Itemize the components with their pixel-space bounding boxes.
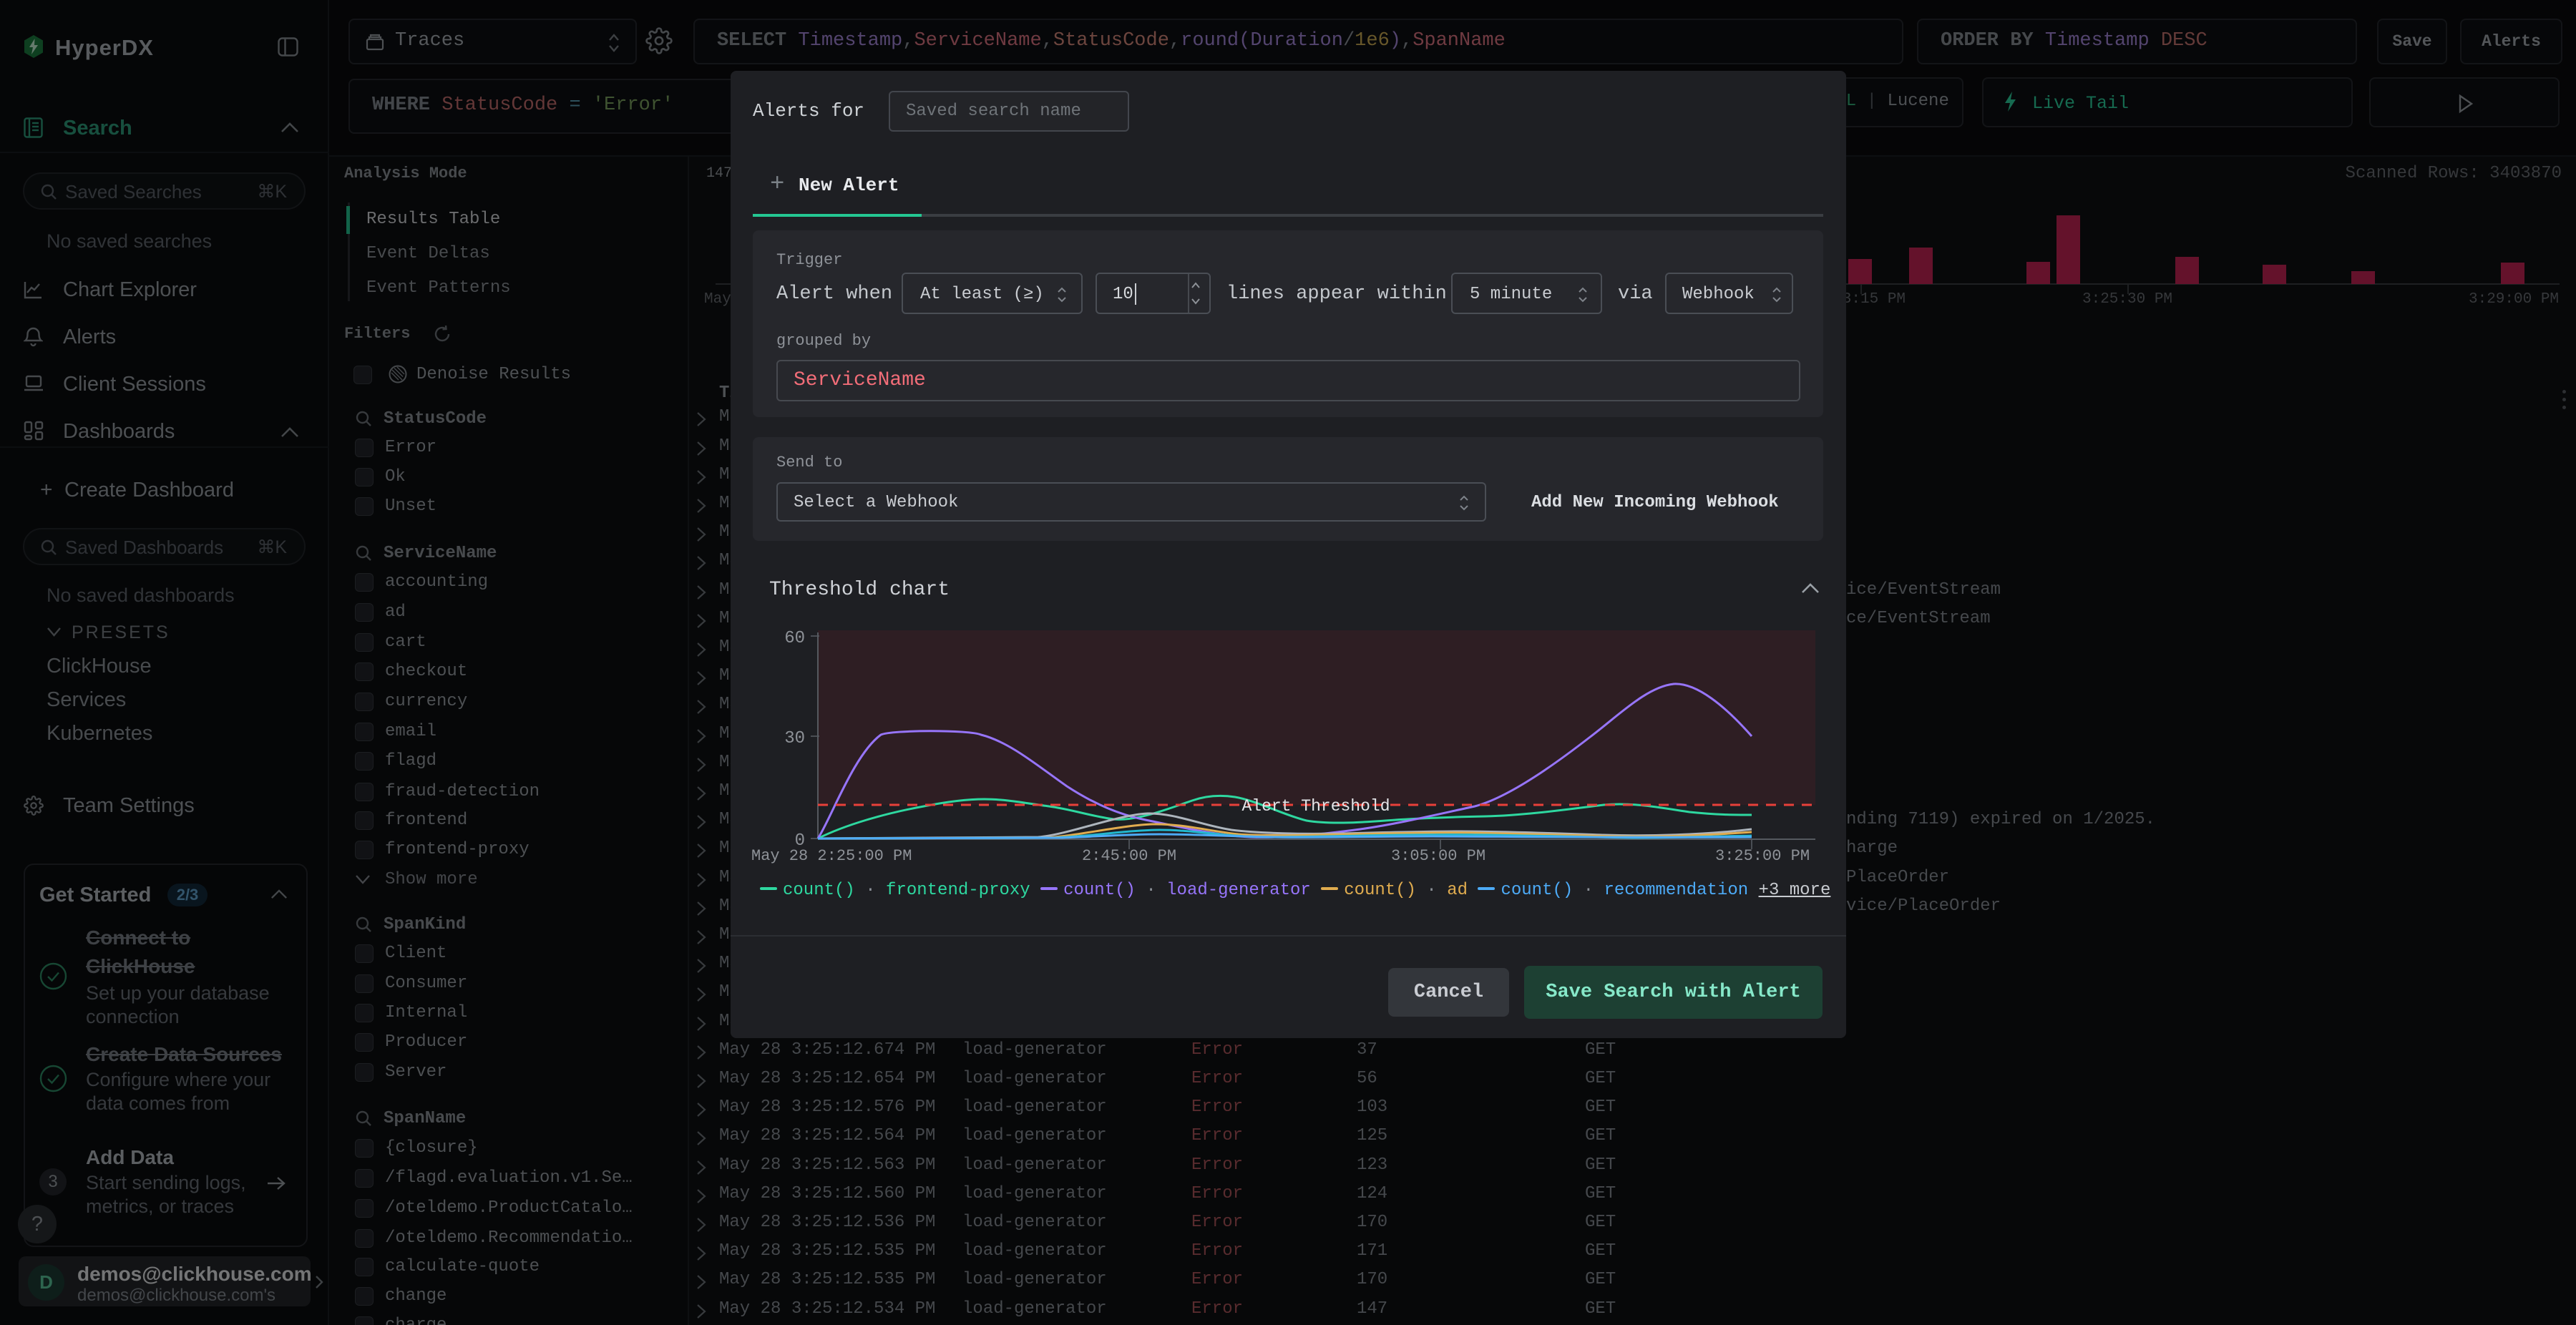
svg-text:60: 60 bbox=[784, 629, 805, 648]
svg-text:Alert Threshold: Alert Threshold bbox=[1241, 797, 1390, 816]
svg-text:30: 30 bbox=[784, 729, 805, 748]
